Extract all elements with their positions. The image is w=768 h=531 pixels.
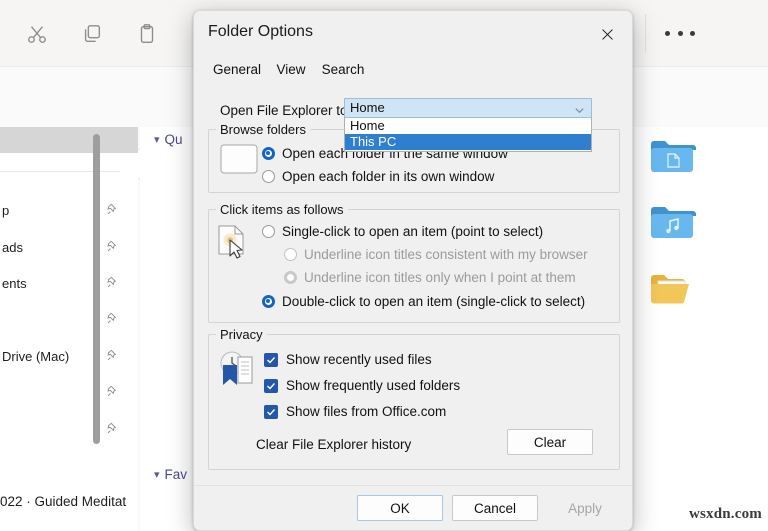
pin-icon[interactable] (106, 384, 120, 398)
list-item[interactable] (0, 381, 138, 403)
pin-icon[interactable] (106, 202, 120, 216)
navigation-pane: p ads ents Drive (Mac) 022 · Guided Medi… (0, 127, 138, 531)
pin-icon[interactable] (106, 275, 120, 289)
browse-folders-legend: Browse folders (216, 122, 310, 137)
cut-icon[interactable] (22, 21, 52, 47)
tab-search[interactable]: Search (316, 57, 370, 83)
close-icon[interactable] (588, 19, 626, 49)
checkbox-recent-files[interactable]: Show recently used files (264, 352, 432, 367)
chevron-down-icon: ▾ (154, 469, 160, 481)
browse-folder-preview-icon (220, 144, 258, 179)
list-item[interactable]: ads (0, 236, 138, 258)
open-folder-icon[interactable] (648, 269, 696, 309)
privacy-legend: Privacy (216, 327, 267, 342)
nav-item-label: ads (2, 239, 23, 255)
radio-label: Double-click to open an item (single-cli… (282, 294, 586, 309)
paste-icon[interactable] (132, 21, 162, 47)
nav-scrollbar[interactable] (93, 134, 100, 444)
radio-indicator (262, 170, 275, 183)
radio-single-click[interactable]: Single-click to open an item (point to s… (262, 224, 543, 239)
nav-item-label: ents (2, 275, 27, 291)
radio-label: Underline icon titles only when I point … (304, 270, 576, 285)
group-label: Qu (164, 132, 183, 147)
dialog-title: Folder Options (208, 23, 313, 40)
clear-history-label: Clear File Explorer history (256, 437, 412, 452)
list-item[interactable]: p (0, 199, 138, 221)
checkbox-label: Show files from Office.com (286, 404, 447, 419)
chevron-down-icon (574, 103, 585, 114)
folder-options-dialog: Folder Options General View Search Open … (193, 10, 633, 531)
dialog-tabs: General View Search (194, 57, 632, 85)
checkbox-indicator (264, 404, 278, 419)
combobox-value: Home (350, 100, 385, 115)
checkbox-frequent-folders[interactable]: Show frequently used folders (264, 378, 460, 393)
nav-pane-header (0, 127, 138, 153)
toolbar-divider (645, 14, 646, 52)
list-item[interactable]: ents (0, 272, 138, 294)
radio-double-click[interactable]: Double-click to open an item (single-cli… (262, 294, 585, 309)
group-label: Fav (164, 467, 188, 482)
nav-item-label: Drive (Mac) (2, 348, 70, 364)
list-item[interactable] (0, 308, 138, 330)
checkbox-indicator (264, 352, 278, 367)
group-header-quick-access[interactable]: ▾ Qu (154, 132, 183, 147)
radio-indicator (284, 271, 297, 284)
copy-icon[interactable] (77, 21, 107, 47)
radio-indicator (262, 295, 275, 308)
radio-indicator (262, 147, 275, 160)
clear-button[interactable]: Clear (507, 429, 593, 455)
pin-icon[interactable] (106, 421, 120, 435)
nav-divider (0, 171, 120, 172)
open-explorer-label: Open File Explorer to: (220, 103, 352, 118)
folder-icon-column (648, 137, 718, 335)
tab-view[interactable]: View (270, 57, 312, 83)
list-item[interactable]: Drive (Mac) (0, 345, 138, 367)
dialog-body: General View Search Open File Explorer t… (194, 57, 632, 523)
radio-own-window[interactable]: Open each folder in its own window (262, 169, 494, 184)
documents-folder-icon[interactable] (648, 137, 696, 177)
more-options-icon[interactable] (665, 28, 695, 38)
tab-general[interactable]: General (208, 57, 266, 85)
checkbox-label: Show recently used files (286, 352, 432, 367)
cancel-button[interactable]: Cancel (452, 495, 538, 521)
radio-underline-point[interactable]: Underline icon titles only when I point … (284, 270, 576, 285)
checkbox-label: Show frequently used folders (286, 378, 461, 393)
click-items-legend: Click items as follows (216, 202, 348, 217)
checkbox-office-files[interactable]: Show files from Office.com (264, 404, 446, 419)
pin-icon[interactable] (106, 311, 120, 325)
chevron-down-icon: ▾ (154, 134, 160, 146)
radio-indicator (284, 248, 297, 261)
list-item[interactable] (0, 418, 138, 440)
apply-button[interactable]: Apply (546, 495, 624, 521)
music-folder-icon[interactable] (648, 203, 696, 243)
group-header-favorites[interactable]: ▾ Fav (154, 467, 187, 482)
radio-indicator (262, 225, 275, 238)
open-explorer-combobox[interactable]: Home (344, 98, 592, 118)
checkbox-indicator (264, 378, 278, 393)
combobox-option-home[interactable]: Home (345, 118, 591, 134)
combobox-option-this-pc[interactable]: This PC (345, 134, 591, 150)
combobox-dropdown-list[interactable]: Home This PC (344, 118, 592, 152)
pin-icon[interactable] (106, 239, 120, 253)
radio-label: Underline icon titles consistent with my… (304, 247, 588, 262)
watermark: wsxdn.com (688, 506, 762, 522)
radio-underline-browser[interactable]: Underline icon titles consistent with my… (284, 247, 588, 262)
dialog-footer: OK Cancel Apply (194, 485, 632, 530)
nav-item-label: p (2, 202, 10, 218)
radio-label: Open each folder in its own window (282, 169, 495, 184)
radio-label: Single-click to open an item (point to s… (282, 224, 544, 239)
pin-icon[interactable] (106, 348, 120, 362)
ok-button[interactable]: OK (357, 495, 443, 521)
nav-bottom-text: 022 · Guided Meditat (0, 494, 127, 509)
pointer-click-icon (214, 223, 254, 266)
privacy-history-icon (216, 349, 260, 394)
